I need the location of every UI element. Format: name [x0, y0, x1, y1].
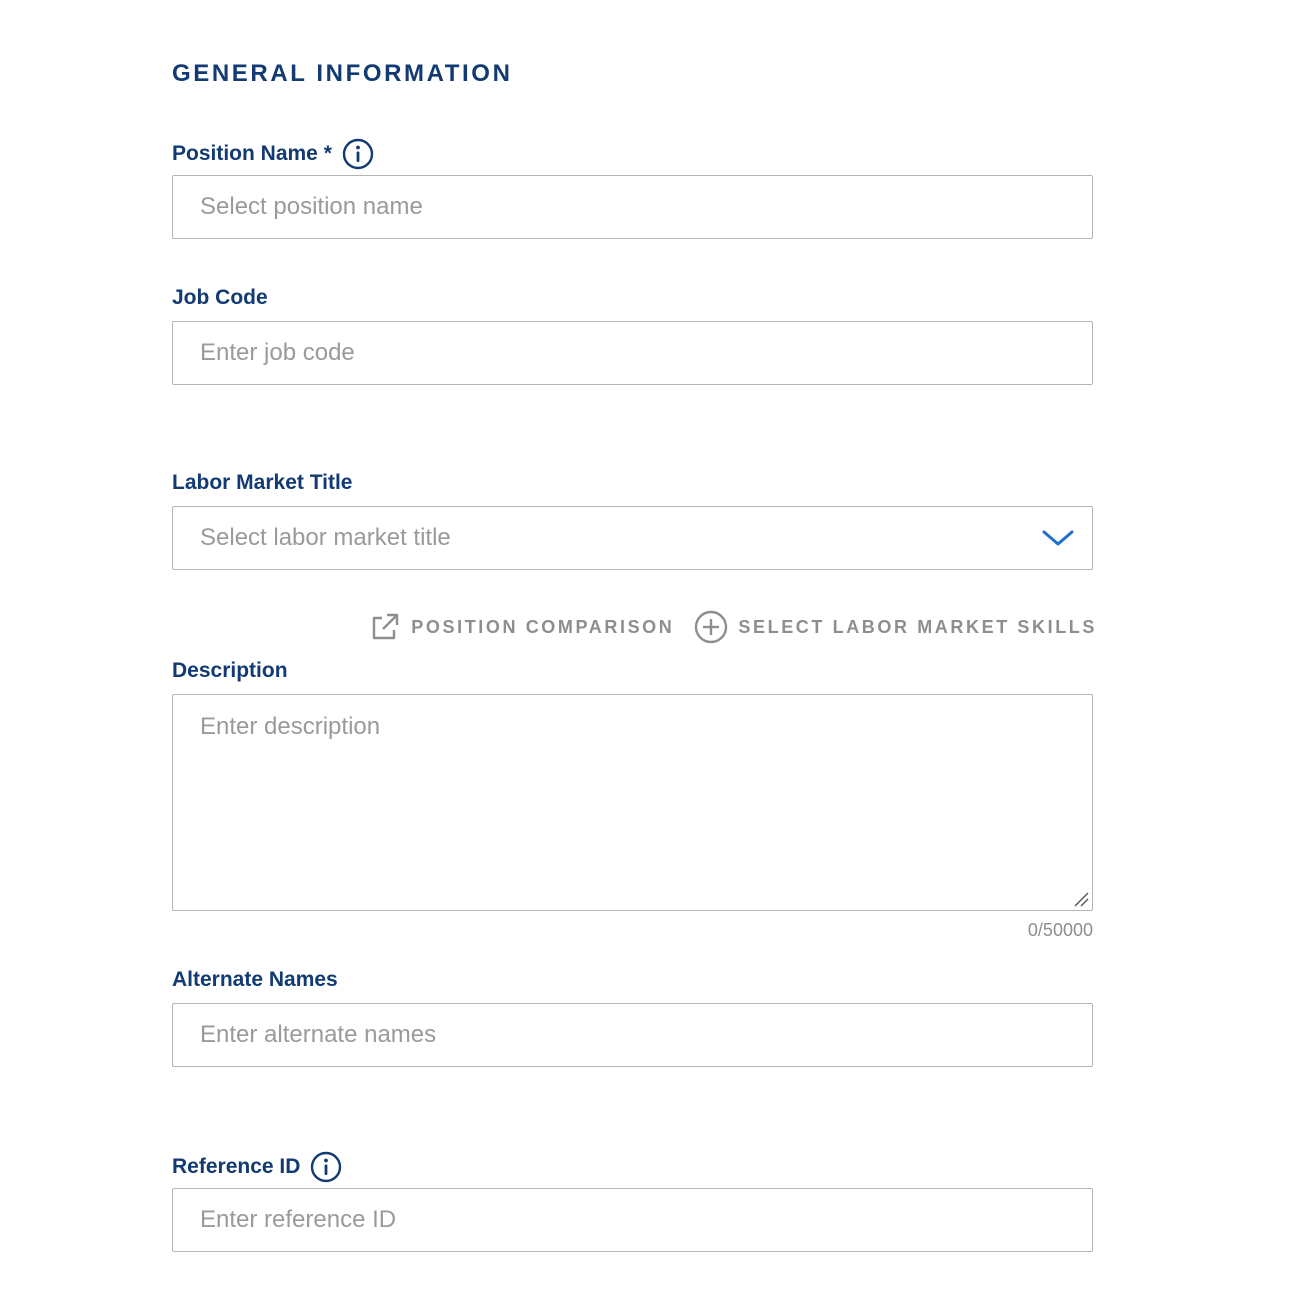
alternate-names-input[interactable]: [172, 1003, 1093, 1067]
description-label: Description: [172, 659, 288, 682]
job-code-input[interactable]: [172, 321, 1093, 385]
alternate-names-label: Alternate Names: [172, 968, 338, 991]
resize-handle-icon[interactable]: [1072, 890, 1090, 908]
position-comparison-button[interactable]: POSITION COMPARISON: [369, 611, 674, 643]
external-link-icon: [373, 613, 399, 640]
reference-id-label-text: Reference ID: [172, 1155, 301, 1178]
select-labor-market-skills-label: SELECT LABOR MARKET SKILLS: [738, 616, 1097, 637]
info-icon[interactable]: [310, 1151, 342, 1183]
labor-market-actions: POSITION COMPARISON SELECT LABOR MARKET …: [369, 610, 1097, 644]
select-labor-market-skills-button[interactable]: SELECT LABOR MARKET SKILLS: [694, 610, 1097, 644]
reference-id-label: Reference ID: [172, 1151, 342, 1183]
position-name-label-text: Position Name *: [172, 142, 332, 165]
labor-market-title-select[interactable]: Select labor market title: [172, 506, 1093, 570]
description-textarea[interactable]: [172, 694, 1093, 911]
job-code-label: Job Code: [172, 286, 268, 309]
chevron-down-icon[interactable]: [1041, 528, 1075, 548]
labor-market-title-placeholder: Select labor market title: [200, 524, 451, 551]
labor-market-title-label: Labor Market Title: [172, 471, 353, 494]
position-comparison-label: POSITION COMPARISON: [411, 616, 675, 637]
position-name-label: Position Name *: [172, 138, 374, 170]
plus-circle-icon: [695, 610, 728, 644]
section-title: GENERAL INFORMATION: [172, 60, 513, 87]
info-icon[interactable]: [342, 138, 374, 170]
position-name-input[interactable]: [172, 175, 1093, 239]
reference-id-input[interactable]: [172, 1188, 1093, 1252]
description-character-counter: 0/50000: [1027, 920, 1093, 940]
